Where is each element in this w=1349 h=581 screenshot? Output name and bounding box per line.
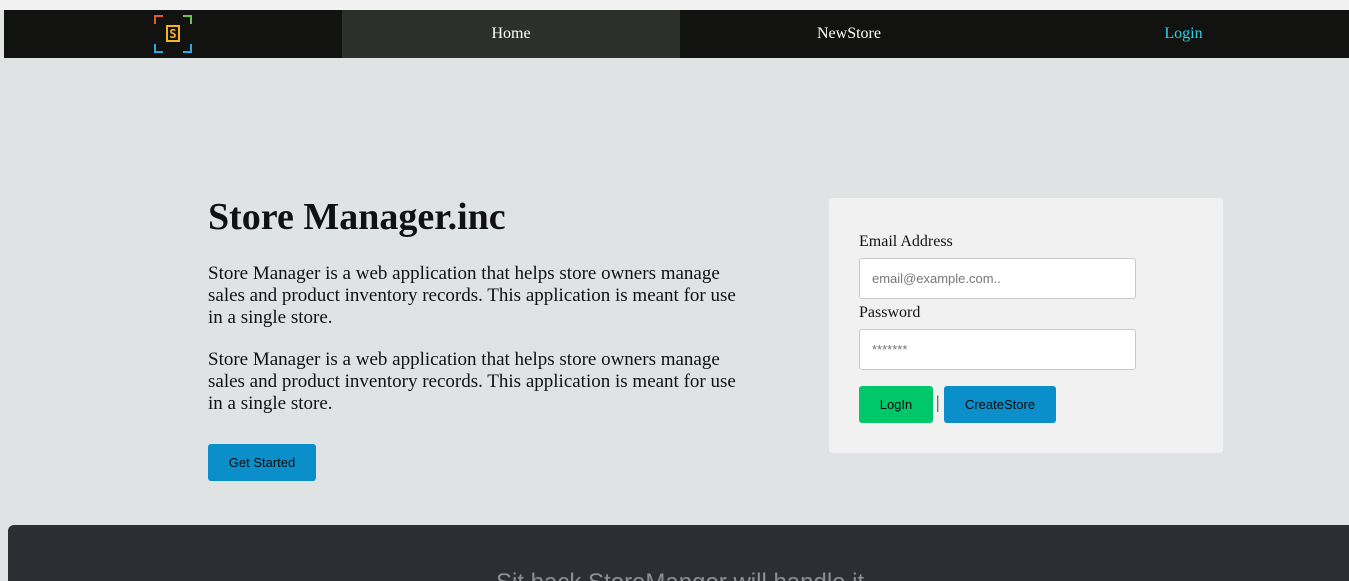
nav-login[interactable]: Login xyxy=(1018,10,1349,58)
footer-tagline: Sit back StoreManger will handle it xyxy=(496,569,864,581)
logo-link[interactable]: S xyxy=(4,10,342,58)
password-label: Password xyxy=(859,304,921,321)
nav-newstore[interactable]: NewStore xyxy=(680,10,1018,58)
footer-banner: Sit back StoreManger will handle it xyxy=(8,525,1349,581)
email-field[interactable] xyxy=(859,258,1136,299)
store-logo-icon: S xyxy=(154,15,192,53)
login-card: Email Address Password LogIn | CreateSto… xyxy=(829,198,1223,453)
password-field[interactable] xyxy=(859,329,1136,370)
nav-home[interactable]: Home xyxy=(342,10,680,58)
email-label: Email Address xyxy=(859,233,953,250)
button-separator: | xyxy=(936,392,940,412)
create-store-button[interactable]: CreateStore xyxy=(944,386,1056,423)
navbar: S Home NewStore Login xyxy=(4,10,1349,58)
get-started-button[interactable]: Get Started xyxy=(208,444,316,481)
top-strip xyxy=(0,0,1349,10)
hero-paragraph-1: Store Manager is a web application that … xyxy=(208,263,736,328)
hero-paragraph-2: Store Manager is a web application that … xyxy=(208,349,736,414)
hero-title: Store Manager.inc xyxy=(208,196,506,238)
logo-letter: S xyxy=(166,25,180,42)
login-button[interactable]: LogIn xyxy=(859,386,933,423)
